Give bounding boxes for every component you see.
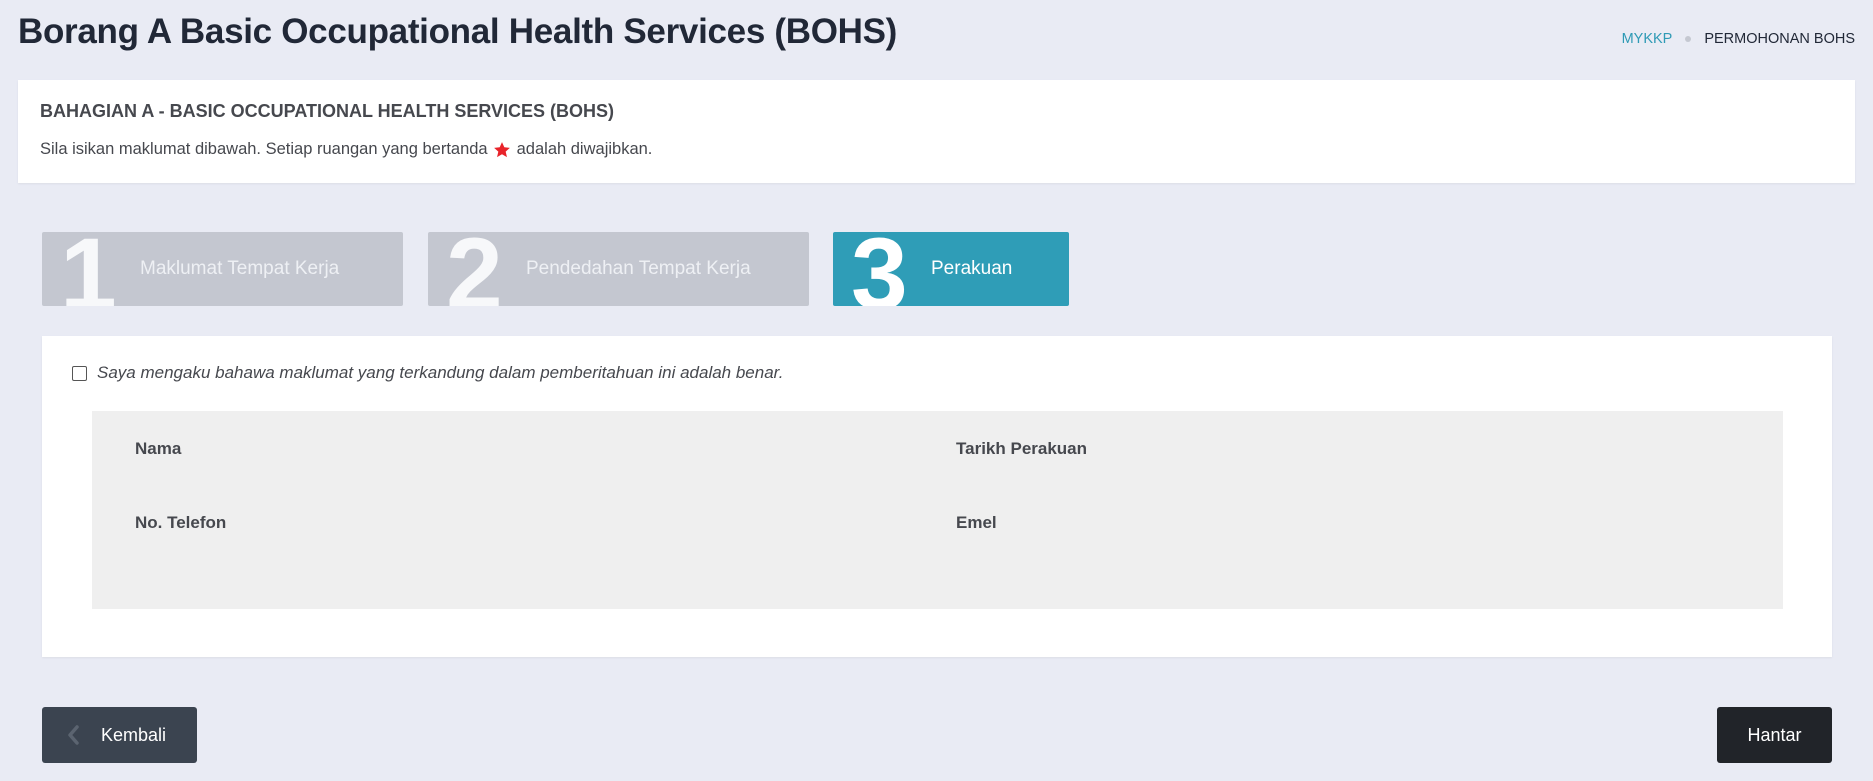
declarant-info-panel: Nama Tarikh Perakuan No. Telefon Emel: [92, 411, 1783, 609]
step-1-tab[interactable]: 1 Maklumat Tempat Kerja: [42, 232, 403, 306]
step-3-tab[interactable]: 3 Perakuan: [833, 232, 1069, 306]
step-1-number: 1: [60, 232, 117, 306]
step-2-tab[interactable]: 2 Pendedahan Tempat Kerja: [428, 232, 809, 306]
section-heading: BAHAGIAN A - BASIC OCCUPATIONAL HEALTH S…: [40, 101, 615, 121]
step-2-label: Pendedahan Tempat Kerja: [526, 258, 751, 279]
star-icon: [493, 141, 510, 157]
breadcrumb: MYKKP PERMOHONAN BOHS: [1622, 31, 1855, 47]
submit-button-label: Hantar: [1747, 724, 1802, 745]
submit-button[interactable]: Hantar: [1717, 707, 1832, 763]
breadcrumb-home-link[interactable]: MYKKP: [1622, 31, 1673, 47]
section-intro-card: BAHAGIAN A - BASIC OCCUPATIONAL HEALTH S…: [18, 80, 1855, 183]
chevron-left-icon: [68, 725, 79, 745]
step-3-number: 3: [851, 232, 908, 306]
page-title: Borang A Basic Occupational Health Servi…: [18, 12, 898, 51]
declaration-text: Saya mengaku bahawa maklumat yang terkan…: [97, 363, 784, 382]
emel-label: Emel: [956, 513, 997, 532]
back-button[interactable]: Kembali: [42, 707, 197, 763]
declaration-row: Saya mengaku bahawa maklumat yang terkan…: [72, 363, 783, 383]
step-3-label: Perakuan: [931, 258, 1013, 279]
breadcrumb-current: PERMOHONAN BOHS: [1704, 31, 1855, 47]
section-instructions: Sila isikan maklumat dibawah. Setiap rua…: [40, 140, 652, 159]
breadcrumb-separator: [1685, 36, 1692, 42]
declaration-form-card: Saya mengaku bahawa maklumat yang terkan…: [42, 336, 1832, 657]
instructions-text-before: Sila isikan maklumat dibawah. Setiap rua…: [40, 140, 488, 158]
page-header: Borang A Basic Occupational Health Servi…: [0, 0, 1873, 80]
back-button-label: Kembali: [100, 724, 167, 745]
no-telefon-label: No. Telefon: [135, 513, 227, 532]
step-1-label: Maklumat Tempat Kerja: [140, 258, 340, 279]
nama-label: Nama: [135, 439, 182, 458]
tarikh-perakuan-label: Tarikh Perakuan: [956, 439, 1088, 458]
step-2-number: 2: [446, 232, 503, 306]
declaration-checkbox[interactable]: [72, 365, 87, 381]
instructions-text-after: adalah diwajibkan.: [516, 140, 653, 158]
